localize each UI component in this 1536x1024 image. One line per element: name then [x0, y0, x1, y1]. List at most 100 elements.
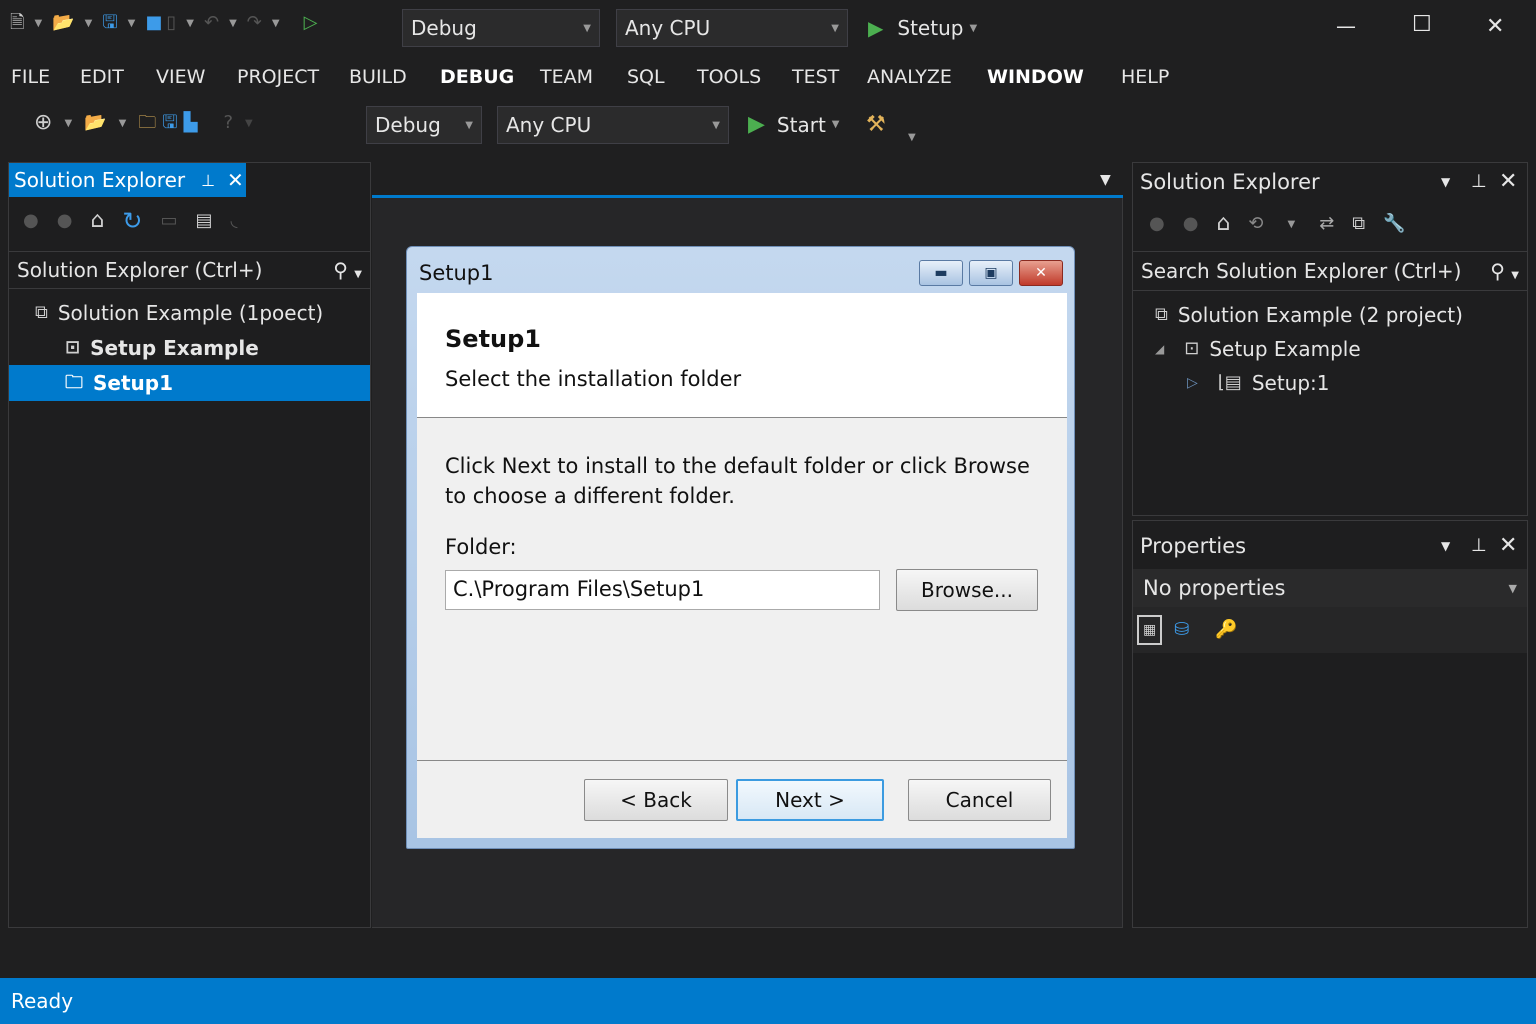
- open-icon[interactable]: 📂: [52, 14, 74, 32]
- platform-dropdown[interactable]: Any CPU ▼: [616, 9, 848, 47]
- pending-changes-icon[interactable]: ⟲: [1248, 215, 1263, 233]
- menu-test[interactable]: TEST: [792, 66, 839, 88]
- tree-item-setup-example[interactable]: ◢ ⊡ Setup Example: [1155, 337, 1361, 361]
- pin-icon[interactable]: ⊥: [201, 171, 215, 190]
- pin-icon[interactable]: ⊥: [1471, 171, 1487, 192]
- chevron-down-icon: ▼: [1508, 581, 1517, 595]
- dialog-close-button[interactable]: ✕: [1019, 260, 1063, 286]
- collapsed-icon[interactable]: ▷: [1187, 376, 1198, 390]
- forward-icon[interactable]: ●: [57, 212, 73, 230]
- chevron-down-icon: ▼: [831, 119, 840, 130]
- dialog-header: Setup1 Select the installation folder: [417, 293, 1067, 418]
- forward-icon[interactable]: ●: [1183, 215, 1199, 233]
- setup-project-icon: 🗀: [65, 372, 83, 393]
- menu-debug[interactable]: DEBUG: [440, 66, 514, 88]
- platform-value: Any CPU: [506, 113, 592, 137]
- run-icon[interactable]: ▷: [304, 14, 318, 32]
- home-icon[interactable]: ⌂: [1216, 213, 1230, 235]
- save-icon[interactable]: 🖫: [162, 114, 177, 132]
- close-icon[interactable]: ✕: [1499, 169, 1517, 194]
- panel-menu-dropdown[interactable]: ▼: [1441, 175, 1450, 189]
- cancel-button[interactable]: Cancel: [908, 779, 1051, 821]
- menu-view[interactable]: VIEW: [156, 66, 205, 88]
- new-project-icon[interactable]: 🗎: [10, 14, 24, 32]
- expanded-icon[interactable]: ◢: [1155, 343, 1164, 355]
- properties-toolbar: ▦ ⛁ 🔑: [1133, 607, 1527, 653]
- menu-edit[interactable]: EDIT: [80, 66, 124, 88]
- key-icon[interactable]: 🔑: [1215, 621, 1237, 639]
- menu-sql[interactable]: SQL: [627, 66, 665, 88]
- tab-solution-explorer[interactable]: Solution Explorer ⊥ ✕: [9, 163, 246, 197]
- folder-input[interactable]: C.\Program Files\Setup1: [445, 570, 880, 610]
- project-icon: ⊡: [65, 337, 81, 358]
- tree-item-solution[interactable]: ⧉ Solution Example (1poect): [35, 301, 323, 325]
- maximize-button[interactable]: ☐: [1412, 12, 1432, 37]
- run-target-button[interactable]: ▶ Stetup ▼: [868, 16, 983, 40]
- save-icon[interactable]: 🖫: [102, 14, 117, 32]
- config-dropdown[interactable]: Debug ▼: [402, 9, 600, 47]
- property-pages-icon[interactable]: ⛁: [1174, 621, 1189, 639]
- panel-menu-dropdown[interactable]: ▼: [1441, 539, 1450, 553]
- dialog-maximize-button[interactable]: ▣: [969, 260, 1013, 286]
- menu-file[interactable]: FILE: [11, 66, 50, 88]
- search-placeholder: Solution Explorer (Ctrl+): [17, 258, 263, 282]
- menu-tools[interactable]: TOOLS: [697, 66, 761, 88]
- copy-icon[interactable]: ▯: [166, 14, 176, 32]
- chevron-down-icon: ▼: [583, 22, 591, 34]
- right-search-input[interactable]: Search Solution Explorer (Ctrl+) ⚲ ▼: [1133, 251, 1527, 291]
- menu-project[interactable]: PROJECT: [237, 66, 319, 88]
- tree-item-setup1[interactable]: ▷ ⌊▤ Setup:1: [1187, 371, 1330, 395]
- collapse-all-icon[interactable]: ⧉: [1352, 215, 1365, 233]
- home-icon[interactable]: ⌂: [90, 210, 104, 232]
- deploy-icon[interactable]: ▙: [184, 114, 198, 132]
- help-icon[interactable]: ?: [223, 114, 233, 132]
- config-dropdown-2[interactable]: Debug ▼: [366, 106, 482, 144]
- categorized-icon[interactable]: ▦: [1137, 615, 1163, 645]
- menu-build[interactable]: BUILD: [349, 66, 407, 88]
- save-all-icon[interactable]: ■: [145, 14, 162, 32]
- preview-icon[interactable]: ◟: [231, 212, 238, 230]
- refresh-icon[interactable]: ↻: [122, 209, 142, 233]
- back-icon[interactable]: ●: [1149, 215, 1165, 233]
- next-button[interactable]: Next >: [736, 779, 884, 821]
- redo-icon[interactable]: ↷: [247, 14, 262, 32]
- undo-icon[interactable]: ↶: [204, 14, 219, 32]
- left-search-input[interactable]: Solution Explorer (Ctrl+) ⚲ ▼: [9, 251, 370, 289]
- tree-item-solution[interactable]: ⧉ Solution Example (2 project): [1155, 303, 1463, 327]
- add-icon[interactable]: ⊕: [34, 112, 52, 134]
- sync-icon[interactable]: ⇄: [1319, 215, 1334, 233]
- document-list-dropdown[interactable]: ▼: [1100, 172, 1111, 188]
- open-folder-icon[interactable]: 📂: [84, 114, 106, 132]
- menu-window[interactable]: WINDOW: [987, 66, 1084, 88]
- properties-object-selector[interactable]: No properties ▼: [1133, 569, 1527, 607]
- dialog-minimize-button[interactable]: ▬: [919, 260, 963, 286]
- back-button[interactable]: < Back: [584, 779, 728, 821]
- tree-item-setup1[interactable]: 🗀 Setup1: [9, 365, 370, 401]
- tree-item-setup-example[interactable]: ⊡ Setup Example: [65, 336, 259, 360]
- close-icon[interactable]: ✕: [227, 168, 244, 192]
- setup-dialog: Setup1 ▬ ▣ ✕ Setup1 Select the installat…: [406, 246, 1075, 849]
- close-icon[interactable]: ✕: [1499, 533, 1517, 558]
- platform-value: Any CPU: [625, 16, 711, 40]
- tree-label: Setup Example: [1209, 337, 1361, 361]
- tree-label: Setup Example: [90, 336, 259, 360]
- wrench-icon[interactable]: 🔧: [1383, 215, 1405, 233]
- menu-team[interactable]: TEAM: [540, 66, 593, 88]
- platform-dropdown-2[interactable]: Any CPU ▼: [497, 106, 729, 144]
- collapse-icon[interactable]: ▭: [161, 212, 178, 230]
- menu-help[interactable]: HELP: [1121, 66, 1169, 88]
- pin-icon[interactable]: ⊥: [1471, 535, 1487, 556]
- minimize-button[interactable]: —: [1336, 14, 1356, 38]
- menu-analyze[interactable]: ANALYZE: [867, 66, 952, 88]
- close-button[interactable]: ✕: [1486, 14, 1504, 39]
- folder-icon[interactable]: 🗀: [138, 114, 156, 132]
- attach-icon[interactable]: ⚒: [866, 114, 886, 136]
- chevron-down-icon: ▼: [465, 119, 473, 131]
- back-icon[interactable]: ●: [23, 212, 39, 230]
- start-button[interactable]: ▶ Start ▼: [748, 112, 845, 137]
- browse-button[interactable]: Browse...: [896, 569, 1038, 611]
- selector-value: No properties: [1143, 576, 1286, 600]
- overflow-icon[interactable]: ▼: [908, 132, 916, 143]
- search-icon: ⚲ ▼: [1490, 259, 1519, 283]
- properties-icon[interactable]: ▤: [196, 212, 213, 230]
